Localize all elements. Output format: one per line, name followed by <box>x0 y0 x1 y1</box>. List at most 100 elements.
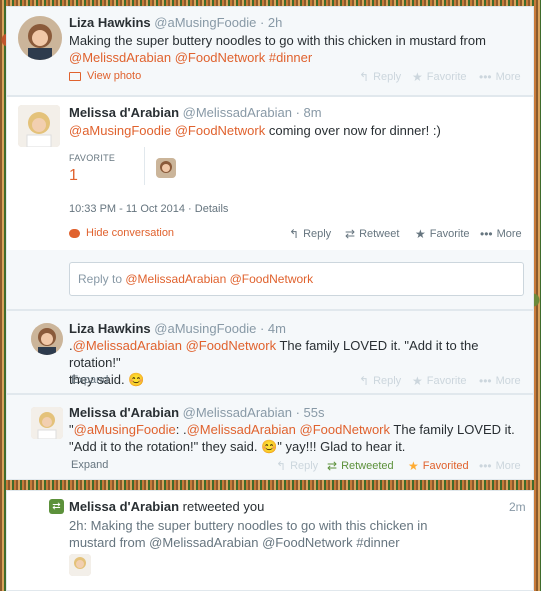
tweet-timestamp[interactable]: 10:33 PM - 11 Oct 2014 <box>69 203 185 215</box>
mention-link[interactable]: @aMusingFoodie <box>74 422 176 437</box>
tweet-card-4[interactable]: Melissa d'Arabian @MelissadArabian · 55s… <box>6 394 534 480</box>
reply-button[interactable]: ↰ Reply <box>359 70 401 84</box>
author-handle[interactable]: @aMusingFoodie <box>154 15 256 30</box>
mention-link[interactable]: @MelissadArabian <box>187 422 296 437</box>
reply-label: Reply <box>373 71 402 83</box>
tweet-header: Liza Hawkins @aMusingFoodie · 2h <box>69 15 282 30</box>
mention-link[interactable]: @MelissadArabian <box>73 338 182 353</box>
more-button[interactable]: ••• More <box>480 227 522 241</box>
avatar[interactable] <box>18 105 60 147</box>
more-label: More <box>495 375 521 387</box>
tweet-timestamp-line: 10:33 PM - 11 Oct 2014 · Details <box>69 203 228 215</box>
favorite-count[interactable]: 1 <box>69 167 78 185</box>
text-segment: coming over now for dinner! :) <box>265 123 441 138</box>
author-handle[interactable]: @aMusingFoodie <box>154 321 256 336</box>
expand-link[interactable]: Expand <box>71 459 108 471</box>
retweeted-label: Retweeted <box>341 460 394 472</box>
reply-button[interactable]: ↰ Reply <box>276 459 318 473</box>
author-handle[interactable]: @MelissadArabian <box>183 405 292 420</box>
tweet-header: Melissa d'Arabian @MelissadArabian · 55s <box>69 405 325 420</box>
more-icon: ••• <box>479 374 492 388</box>
view-photo-link[interactable]: View photo <box>69 70 141 82</box>
more-icon: ••• <box>480 227 493 241</box>
favorited-label: Favorited <box>422 460 469 472</box>
hashtag-link[interactable]: #dinner <box>269 50 312 65</box>
reply-label: Reply <box>373 375 402 387</box>
details-link[interactable]: · Details <box>188 203 228 215</box>
notification-time: 2m <box>509 500 526 514</box>
avatar[interactable] <box>69 554 91 576</box>
expand-link[interactable]: Expand <box>71 374 108 386</box>
author-handle[interactable]: @MelissadArabian <box>183 105 292 120</box>
favorite-button[interactable]: ★ Favorite <box>415 227 470 241</box>
tweet-header: Liza Hawkins @aMusingFoodie · 4m <box>69 321 286 336</box>
star-icon: ★ <box>412 374 423 388</box>
text-segment: The family LOVED it. <box>390 422 515 437</box>
reply-button[interactable]: ↰ Reply <box>289 227 331 241</box>
retweet-icon: ⇄ <box>327 459 338 473</box>
retweet-notification[interactable]: ⇄ Melissa d'Arabian retweeted you 2m 2h:… <box>6 490 534 591</box>
reply-icon: ↰ <box>359 374 370 388</box>
mention-link[interactable]: @FoodNetwork <box>175 50 266 65</box>
more-icon: ••• <box>479 70 492 84</box>
favorite-label: Favorite <box>426 375 467 387</box>
avatar[interactable] <box>18 16 62 60</box>
retweet-button[interactable]: ⇄ Retweet <box>345 227 399 241</box>
reply-input[interactable]: Reply to @MelissadArabian @FoodNetwork <box>69 262 524 296</box>
mention-link: @FoodNetwork <box>229 272 314 286</box>
author-name[interactable]: Melissa d'Arabian <box>69 405 179 420</box>
more-button[interactable]: ••• More <box>479 459 521 473</box>
text-segment: : . <box>175 422 187 437</box>
avatar[interactable] <box>31 323 63 355</box>
retweeted-button[interactable]: ⇄ Retweeted <box>327 459 394 473</box>
mention-link[interactable]: @MelissdArabian <box>69 50 171 65</box>
more-icon: ••• <box>479 459 492 473</box>
avatar[interactable] <box>31 407 63 439</box>
mention-link[interactable]: @aMusingFoodie <box>69 123 171 138</box>
retweet-icon: ⇄ <box>49 499 64 514</box>
tweet-card-1[interactable]: Liza Hawkins @aMusingFoodie · 2h Making … <box>6 6 534 96</box>
tweet-time[interactable]: · 4m <box>260 321 286 336</box>
photo-icon <box>69 71 81 81</box>
reply-prefix: Reply to <box>78 272 126 286</box>
star-icon: ★ <box>412 70 423 84</box>
mention-link[interactable]: @FoodNetwork <box>300 422 391 437</box>
favorite-label: Favorite <box>426 71 467 83</box>
favorite-button[interactable]: ★ Favorite <box>412 70 467 84</box>
reply-box-container: Reply to @MelissadArabian @FoodNetwork <box>6 250 534 310</box>
text-line: mustard from @MelissadArabian @FoodNetwo… <box>69 535 400 550</box>
speech-bubble-icon <box>69 228 80 238</box>
tweet-card-3[interactable]: Liza Hawkins @aMusingFoodie · 4m .@Melis… <box>6 310 534 394</box>
author-name[interactable]: Liza Hawkins <box>69 321 151 336</box>
more-label: More <box>495 460 521 472</box>
tweet-time[interactable]: · 2h <box>260 15 282 30</box>
reply-label: Reply <box>303 228 332 240</box>
more-button[interactable]: ••• More <box>479 70 521 84</box>
retweet-label: Retweet <box>359 228 400 240</box>
mention-link[interactable]: @FoodNetwork <box>186 338 277 353</box>
notification-tweet-text[interactable]: 2h: Making the super buttery noodles to … <box>69 517 524 551</box>
hide-conversation-label: Hide conversation <box>86 227 175 239</box>
author-name[interactable]: Liza Hawkins <box>69 15 151 30</box>
favorite-button[interactable]: ★ Favorite <box>412 374 467 388</box>
author-name[interactable]: Melissa d'Arabian <box>69 105 179 120</box>
tweet-text: "@aMusingFoodie: .@MelissadArabian @Food… <box>69 421 529 455</box>
reply-icon: ↰ <box>276 459 287 473</box>
reply-icon: ↰ <box>359 70 370 84</box>
hide-conversation-link[interactable]: Hide conversation <box>69 227 174 239</box>
more-label: More <box>496 228 522 240</box>
tweet-time[interactable]: · 55s <box>296 405 325 420</box>
reply-label: Reply <box>290 460 319 472</box>
favorited-button[interactable]: ★ Favorited <box>408 459 469 473</box>
favorite-label: Favorite <box>429 228 470 240</box>
mention-link[interactable]: @FoodNetwork <box>175 123 266 138</box>
text-segment: "Add it to the rotation!" they said. 😊" … <box>69 439 406 454</box>
more-button[interactable]: ••• More <box>479 374 521 388</box>
tweet-text: @aMusingFoodie @FoodNetwork coming over … <box>69 122 524 139</box>
tweet-time[interactable]: · 8m <box>296 105 322 120</box>
favoriter-avatar[interactable] <box>156 158 176 178</box>
retweet-icon: ⇄ <box>345 227 356 241</box>
reply-button[interactable]: ↰ Reply <box>359 374 401 388</box>
star-icon: ★ <box>408 459 419 473</box>
actor-name[interactable]: Melissa d'Arabian <box>69 499 179 514</box>
